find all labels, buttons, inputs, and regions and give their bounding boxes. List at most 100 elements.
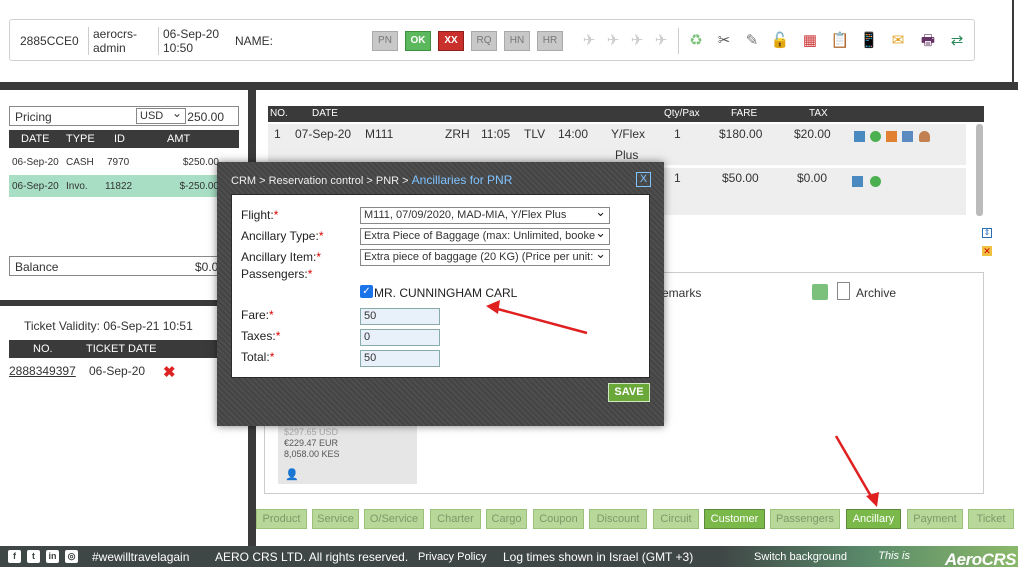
required-mark: *	[316, 250, 322, 264]
instagram-icon[interactable]: ◎	[65, 550, 78, 563]
refresh-icon[interactable]: ⇄	[946, 30, 968, 52]
status-icon[interactable]	[870, 131, 881, 142]
plane-icon[interactable]: ✈	[602, 30, 624, 52]
ticket-validity-label: Ticket Validity:	[24, 319, 101, 333]
tab-cargo[interactable]: Cargo	[486, 509, 527, 529]
brand-logo: AeroCRS	[944, 550, 1017, 567]
remarks-label[interactable]: emarks	[662, 286, 701, 300]
ticket-number-link[interactable]: 2888349397	[9, 364, 76, 378]
total-label: Total:*	[241, 350, 274, 364]
tab-oservice[interactable]: O/Service	[364, 509, 424, 529]
ancillary-item-select[interactable]: Extra piece of baggage (20 KG) (Price pe…	[360, 249, 610, 266]
tab-circuit[interactable]: Circuit	[653, 509, 699, 529]
hr-button[interactable]: HR	[537, 31, 563, 51]
unlock-icon[interactable]: 🔓	[769, 30, 791, 52]
plane-icon[interactable]: ✈	[578, 30, 600, 52]
rq-button[interactable]: RQ	[471, 31, 497, 51]
xx-button[interactable]: XX	[438, 31, 464, 51]
recycle-icon[interactable]: ♻	[685, 30, 707, 52]
tab-coupon[interactable]: Coupon	[533, 509, 584, 529]
mail-icon[interactable]: ✉	[887, 30, 909, 52]
save-button[interactable]: SAVE	[608, 383, 650, 402]
edit-icon[interactable]: ✎	[741, 30, 763, 52]
seg-qty: 1	[674, 171, 681, 185]
phone-icon[interactable]: 📱	[858, 30, 880, 52]
footer-hashtag: #wewilltravelagain	[92, 550, 190, 564]
twitter-icon[interactable]: t	[27, 550, 40, 563]
close-icon[interactable]: X	[636, 172, 651, 187]
flight-select[interactable]: M111, 07/09/2020, MAD-MIA, Y/Flex Plus	[360, 207, 610, 224]
ancillary-type-select[interactable]: Extra Piece of Baggage (max: Unlimited, …	[360, 228, 610, 245]
printer-icon[interactable]: 🖶	[917, 30, 939, 52]
seg-tax: $20.00	[794, 127, 831, 141]
pnr-date: 06-Sep-20	[163, 27, 220, 41]
tab-charter[interactable]: Charter	[430, 509, 481, 529]
image-icon[interactable]	[902, 131, 913, 142]
pn-button[interactable]: PN	[372, 31, 398, 51]
tab-ticket[interactable]: Ticket	[968, 509, 1014, 529]
segment-row[interactable]: 1 07-Sep-20 M111 ZRH 11:05 TLV 14:00 Y/F…	[268, 124, 966, 166]
agent-name: aerocrs- admin	[88, 27, 146, 55]
seg-to: TLV	[524, 127, 546, 141]
segments-table: NO. DATE Qty/Pax FARE TAX	[268, 106, 984, 122]
archive-label[interactable]: Archive	[856, 286, 896, 300]
balance-row: Balance $0.0	[9, 256, 239, 276]
close-icon[interactable]: ✕	[982, 246, 992, 256]
hn-button[interactable]: HN	[504, 31, 530, 51]
file-icon[interactable]	[837, 282, 850, 300]
plane-icon[interactable]: ✈	[650, 30, 672, 52]
tab-passengers[interactable]: Passengers	[770, 509, 840, 529]
delete-icon[interactable]: ✖	[163, 363, 176, 381]
calculator-icon[interactable]: ▦	[799, 30, 821, 52]
ancillaries-modal: CRM > Reservation control > PNR > Ancill…	[217, 162, 664, 426]
ok-button[interactable]: OK	[405, 31, 431, 51]
pricing-row[interactable]: 06-Sep-20 Invo. 11822 $-250.00	[9, 175, 239, 197]
segments-scrollbar[interactable]	[976, 124, 983, 216]
taxes-input[interactable]: 0	[360, 329, 440, 346]
tab-customer[interactable]: Customer	[704, 509, 765, 529]
facebook-icon[interactable]: f	[8, 550, 21, 563]
total-input[interactable]: 50	[360, 350, 440, 367]
tab-payment[interactable]: Payment	[907, 509, 963, 529]
passenger-checkbox[interactable]: ✓	[360, 285, 373, 298]
required-mark: *	[273, 208, 279, 222]
seg-dep: 11:05	[481, 127, 511, 141]
tab-discount[interactable]: Discount	[589, 509, 647, 529]
row-type: CASH	[66, 157, 94, 168]
scissors-icon[interactable]: ✂	[713, 30, 735, 52]
ancillary-type-label: Ancillary Type:*	[241, 229, 323, 243]
download-icon[interactable]	[812, 284, 828, 300]
tab-product[interactable]: Product	[256, 509, 307, 529]
tab-ancillary[interactable]: Ancillary	[846, 509, 901, 529]
pnr-code[interactable]: 2885CCE0	[20, 34, 79, 48]
modal-title: Ancillaries for PNR	[411, 173, 513, 187]
currency-select[interactable]: USD	[136, 106, 186, 124]
modal-form: Flight:* M111, 07/09/2020, MAD-MIA, Y/Fl…	[231, 194, 650, 378]
user-icon[interactable]: 👤	[285, 468, 299, 481]
pricing-row[interactable]: 06-Sep-20 CASH 7970 $250.00	[9, 151, 239, 173]
linkedin-icon[interactable]: in	[46, 550, 59, 563]
tab-service[interactable]: Service	[312, 509, 359, 529]
passenger-name[interactable]: MR. CUNNINGHAM CARL	[374, 286, 517, 300]
privacy-link[interactable]: Privacy Policy	[418, 551, 486, 563]
clipboard-icon[interactable]: 📋	[829, 30, 851, 52]
seg-arr: 14:00	[558, 127, 589, 141]
required-mark: *	[318, 229, 324, 243]
chat-icon[interactable]	[854, 131, 865, 142]
expand-icon[interactable]: ⇕	[982, 228, 992, 238]
bed-icon[interactable]	[886, 131, 897, 142]
switch-background-link[interactable]: Switch background	[754, 551, 847, 563]
row-type: Invo.	[66, 181, 88, 192]
price-usd: $297.65 USD	[284, 427, 339, 437]
person-icon[interactable]	[919, 131, 930, 142]
passengers-label-text: Passengers:	[241, 267, 308, 281]
total-label-text: Total:	[241, 350, 270, 364]
plane-icon[interactable]: ✈	[626, 30, 648, 52]
fare-label: Fare:*	[241, 308, 274, 322]
price-kes: 8,058.00 KES	[284, 449, 340, 459]
ticket-date: 06-Sep-20	[89, 364, 146, 378]
chat-icon[interactable]	[852, 176, 863, 187]
bottom-tabs: Product Service O/Service Charter Cargo …	[256, 509, 1016, 531]
fare-input[interactable]: 50	[360, 308, 440, 325]
status-icon[interactable]	[870, 176, 881, 187]
